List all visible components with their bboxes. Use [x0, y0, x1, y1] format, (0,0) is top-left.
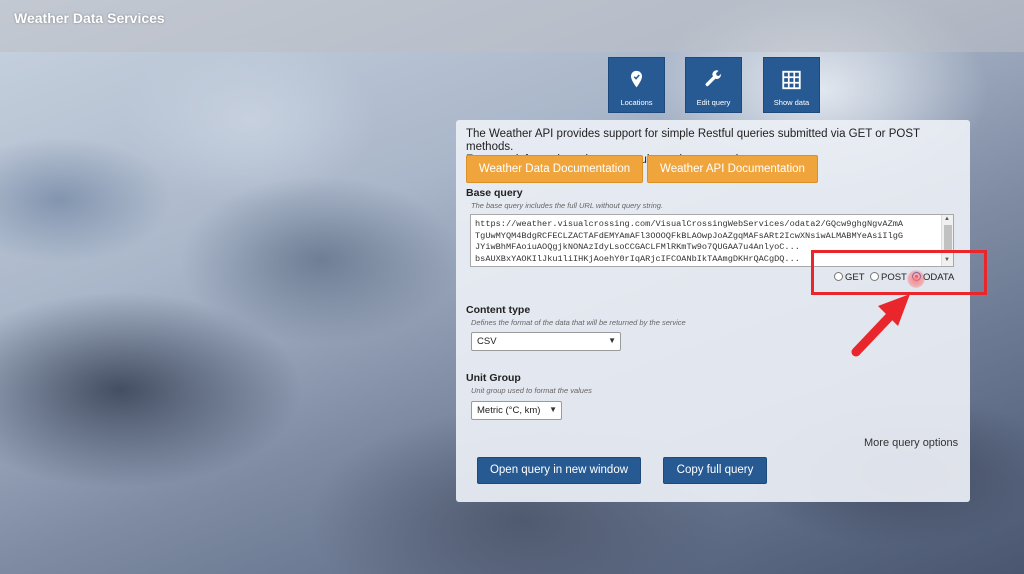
show-data-button-label: Show data	[773, 98, 810, 107]
weather-data-documentation-button[interactable]: Weather Data Documentation	[466, 155, 643, 183]
edit-query-button-label: Edit query	[696, 98, 731, 107]
locations-button[interactable]: Locations	[608, 57, 665, 113]
chevron-down-icon: ▼	[549, 405, 557, 414]
content-type-hint: Defines the format of the data that will…	[471, 318, 686, 327]
content-type-title: Content type	[466, 304, 531, 316]
copy-full-query-button[interactable]: Copy full query	[663, 457, 767, 484]
more-query-options-link[interactable]: More query options	[864, 437, 958, 449]
unit-group-title: Unit Group	[466, 372, 521, 384]
content-type-value: CSV	[477, 336, 497, 347]
scrollbar-thumb[interactable]	[944, 225, 952, 253]
edit-query-button[interactable]: Edit query	[685, 57, 742, 113]
content-type-select[interactable]: CSV ▼	[471, 332, 621, 351]
app-title: Weather Data Services	[14, 10, 165, 26]
scroll-up-icon[interactable]: ▲	[944, 216, 950, 222]
wrench-icon	[705, 70, 722, 87]
annotation-arrow-icon	[851, 294, 910, 357]
chevron-down-icon: ▼	[608, 336, 616, 345]
top-bar: Weather Data Services	[0, 0, 1024, 52]
weather-api-documentation-button[interactable]: Weather API Documentation	[647, 155, 818, 183]
open-query-new-window-button[interactable]: Open query in new window	[477, 457, 641, 484]
grid-icon	[782, 70, 801, 90]
intro-line-1: The Weather API provides support for sim…	[466, 128, 920, 153]
locations-button-label: Locations	[620, 98, 653, 107]
location-pin-icon	[631, 70, 642, 88]
unit-group-select[interactable]: Metric (°C, km) ▼	[471, 401, 562, 420]
unit-group-hint: Unit group used to format the values	[471, 386, 592, 395]
unit-group-value: Metric (°C, km)	[477, 405, 541, 416]
query-line: TgUwMYQM4BdgRCFECLZACTAFdEMYAmAFl3OOOQFk…	[475, 230, 904, 241]
base-query-title: Base query	[466, 187, 523, 199]
query-line: https://weather.visualcrossing.com/Visua…	[475, 219, 904, 229]
show-data-button[interactable]: Show data	[763, 57, 820, 113]
base-query-hint: The base query includes the full URL wit…	[471, 201, 664, 210]
